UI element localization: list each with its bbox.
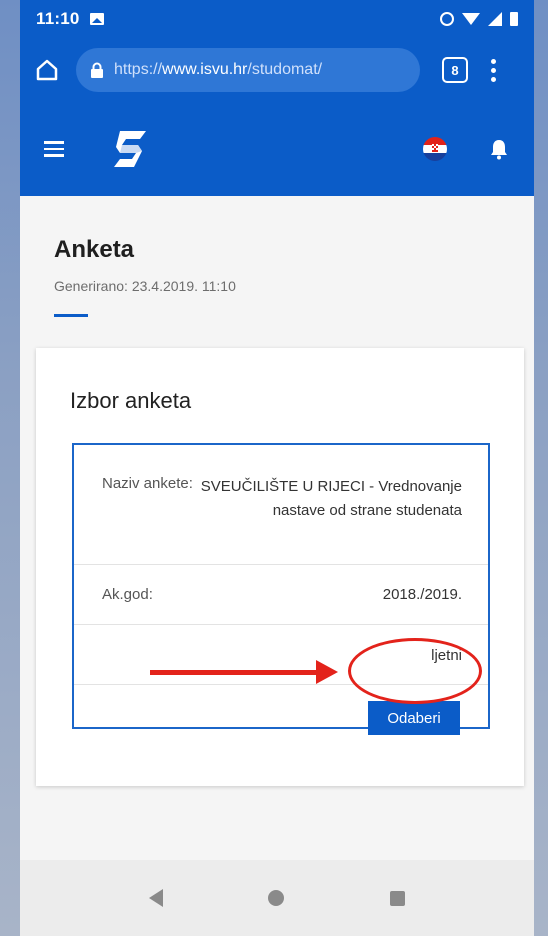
url-scheme: https://	[114, 61, 163, 78]
battery-icon	[510, 12, 518, 26]
status-icons	[440, 12, 518, 26]
croatian-flag-icon[interactable]	[422, 136, 448, 162]
signal-icon	[488, 12, 502, 26]
status-bar: 11:10	[20, 0, 534, 38]
title-underline	[54, 314, 88, 317]
survey-card: Izbor anketa Naziv ankete: SVEUČILIŠTE U…	[36, 348, 524, 786]
academic-year-label: Ak.god:	[102, 586, 153, 603]
annotation-arrow-head	[316, 660, 338, 684]
page-content: Anketa Generirano: 23.4.2019. 11:10 Izbo…	[20, 196, 534, 860]
annotation-highlight-ellipse	[348, 638, 482, 704]
survey-name-label: Naziv ankete:	[102, 475, 193, 492]
gallery-notification-icon	[89, 13, 104, 25]
hamburger-icon[interactable]	[44, 141, 64, 157]
recents-icon[interactable]	[390, 890, 406, 906]
background-right	[534, 0, 548, 936]
status-time: 11:10	[36, 9, 80, 28]
home-icon[interactable]	[34, 57, 60, 83]
url-host: www.isvu.hr	[162, 61, 248, 78]
tab-switcher-button[interactable]: 8	[442, 57, 468, 83]
survey-name-value: SVEUČILIŠTE U RIJECI - Vrednovanje nasta…	[200, 478, 462, 519]
browser-menu-icon[interactable]	[490, 58, 496, 82]
lock-icon	[90, 62, 104, 78]
alarm-icon	[440, 12, 454, 26]
url-field[interactable]: https://www.isvu.hr/studomat/	[76, 48, 420, 92]
url-path: /studomat/	[247, 61, 323, 78]
select-survey-button[interactable]: Odaberi	[368, 701, 460, 735]
back-icon[interactable]	[148, 889, 163, 907]
phone-screen: 11:10 https://www.isvu.hr/studomat/ 8 An…	[20, 0, 534, 936]
isvu-logo-icon[interactable]	[112, 129, 148, 169]
academic-year-row: Ak.god: 2018./2019.	[74, 565, 488, 625]
survey-name-row: Naziv ankete: SVEUČILIŠTE U RIJECI - Vre…	[74, 445, 488, 565]
bell-icon[interactable]	[488, 137, 510, 161]
home-nav-icon[interactable]	[268, 890, 285, 906]
card-title: Izbor anketa	[70, 388, 192, 413]
wifi-icon	[462, 13, 480, 25]
app-header	[20, 102, 534, 196]
browser-toolbar: https://www.isvu.hr/studomat/ 8	[20, 38, 534, 102]
background-left	[0, 0, 20, 936]
android-nav-bar	[20, 860, 534, 936]
annotation-arrow-shaft	[150, 670, 320, 675]
academic-year-value: 2018./2019.	[382, 586, 462, 603]
generated-timestamp: Generirano: 23.4.2019. 11:10	[54, 278, 236, 294]
page-title: Anketa	[54, 236, 135, 263]
